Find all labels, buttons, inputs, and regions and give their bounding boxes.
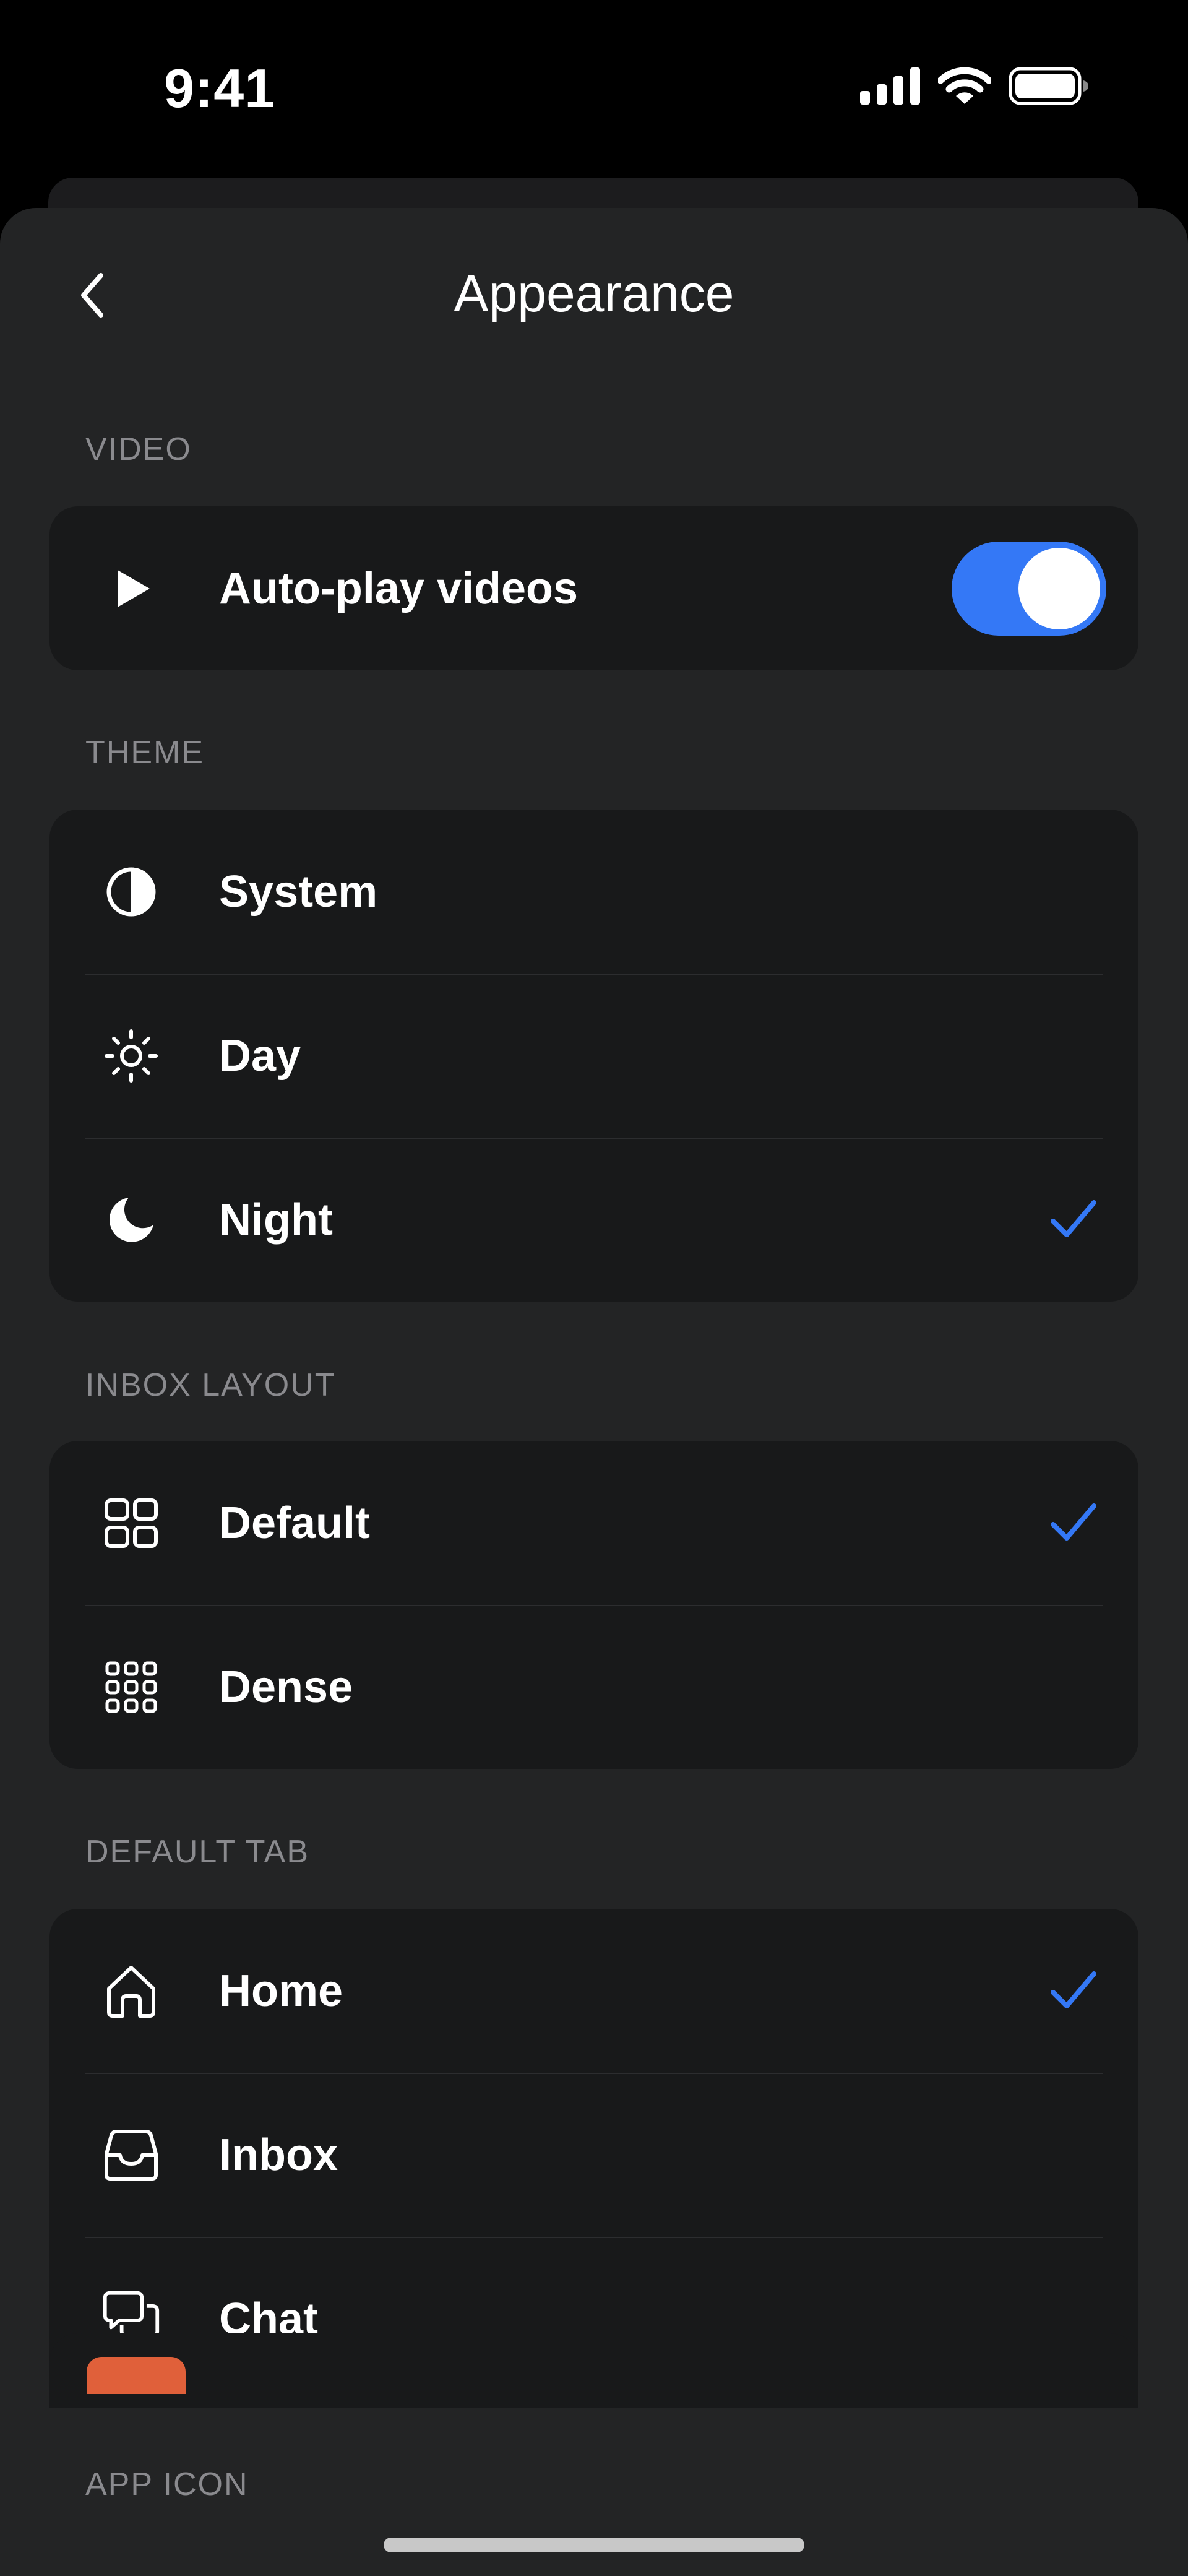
checkmark-icon bbox=[1051, 1971, 1096, 2008]
default-tab-group: Home Inbox Chat bbox=[50, 1909, 1138, 2401]
section-label-inbox-layout: INBOX LAYOUT bbox=[85, 1367, 336, 1403]
cellular-signal-icon bbox=[860, 67, 920, 105]
status-bar: 9:41 bbox=[0, 0, 1188, 179]
wifi-icon bbox=[938, 67, 991, 104]
app-icon-thumbnail[interactable] bbox=[87, 2357, 186, 2394]
navigation-bar: Appearance bbox=[0, 208, 1188, 381]
section-label-default-tab: DEFAULT TAB bbox=[85, 1834, 310, 1870]
inbox-layout-group: Default Dense bbox=[50, 1441, 1138, 1769]
play-icon bbox=[101, 559, 161, 618]
autoplay-label: Auto-play videos bbox=[219, 563, 579, 613]
default-tab-option-label: Inbox bbox=[219, 2130, 338, 2180]
appearance-sheet: Appearance VIDEO Auto-play videos THEME … bbox=[0, 208, 1188, 2576]
section-label-app-icon: APP ICON bbox=[85, 2466, 249, 2502]
inbox-icon bbox=[101, 2125, 161, 2185]
section-label-theme: THEME bbox=[85, 735, 204, 771]
inbox-layout-option-label: Dense bbox=[219, 1662, 353, 1712]
theme-group: System Day Night bbox=[50, 810, 1138, 1302]
theme-option-day[interactable]: Day bbox=[50, 974, 1138, 1138]
app-icon-group bbox=[50, 2333, 1138, 2408]
inbox-layout-option-dense[interactable]: Dense bbox=[50, 1605, 1138, 1769]
sun-icon bbox=[101, 1026, 161, 1086]
video-group: Auto-play videos bbox=[50, 506, 1138, 670]
inbox-layout-option-label: Default bbox=[219, 1498, 371, 1548]
autoplay-row: Auto-play videos bbox=[50, 506, 1138, 670]
home-indicator[interactable] bbox=[384, 2538, 804, 2552]
status-time: 9:41 bbox=[164, 58, 276, 119]
checkmark-icon bbox=[1051, 1199, 1096, 1237]
checkmark-icon bbox=[1051, 1503, 1096, 1541]
dense-grid-icon bbox=[101, 1658, 161, 1717]
theme-option-system[interactable]: System bbox=[50, 810, 1138, 974]
toggle-knob bbox=[1018, 547, 1100, 629]
section-label-video: VIDEO bbox=[85, 431, 192, 467]
contrast-icon bbox=[101, 862, 161, 922]
default-tab-option-home[interactable]: Home bbox=[50, 1909, 1138, 2073]
theme-option-night[interactable]: Night bbox=[50, 1138, 1138, 1302]
moon-icon bbox=[101, 1190, 161, 1250]
inbox-layout-option-default[interactable]: Default bbox=[50, 1441, 1138, 1605]
default-tab-option-inbox[interactable]: Inbox bbox=[50, 2073, 1138, 2237]
theme-option-label: Night bbox=[219, 1195, 333, 1245]
grid-icon bbox=[101, 1493, 161, 1553]
status-icons bbox=[860, 67, 1089, 105]
default-tab-option-label: Home bbox=[219, 1966, 343, 2016]
theme-option-label: Day bbox=[219, 1031, 301, 1081]
theme-option-label: System bbox=[219, 867, 378, 917]
page-title: Appearance bbox=[454, 264, 734, 322]
autoplay-toggle[interactable] bbox=[952, 541, 1106, 636]
battery-icon bbox=[1009, 67, 1088, 105]
home-icon bbox=[101, 1961, 161, 2021]
